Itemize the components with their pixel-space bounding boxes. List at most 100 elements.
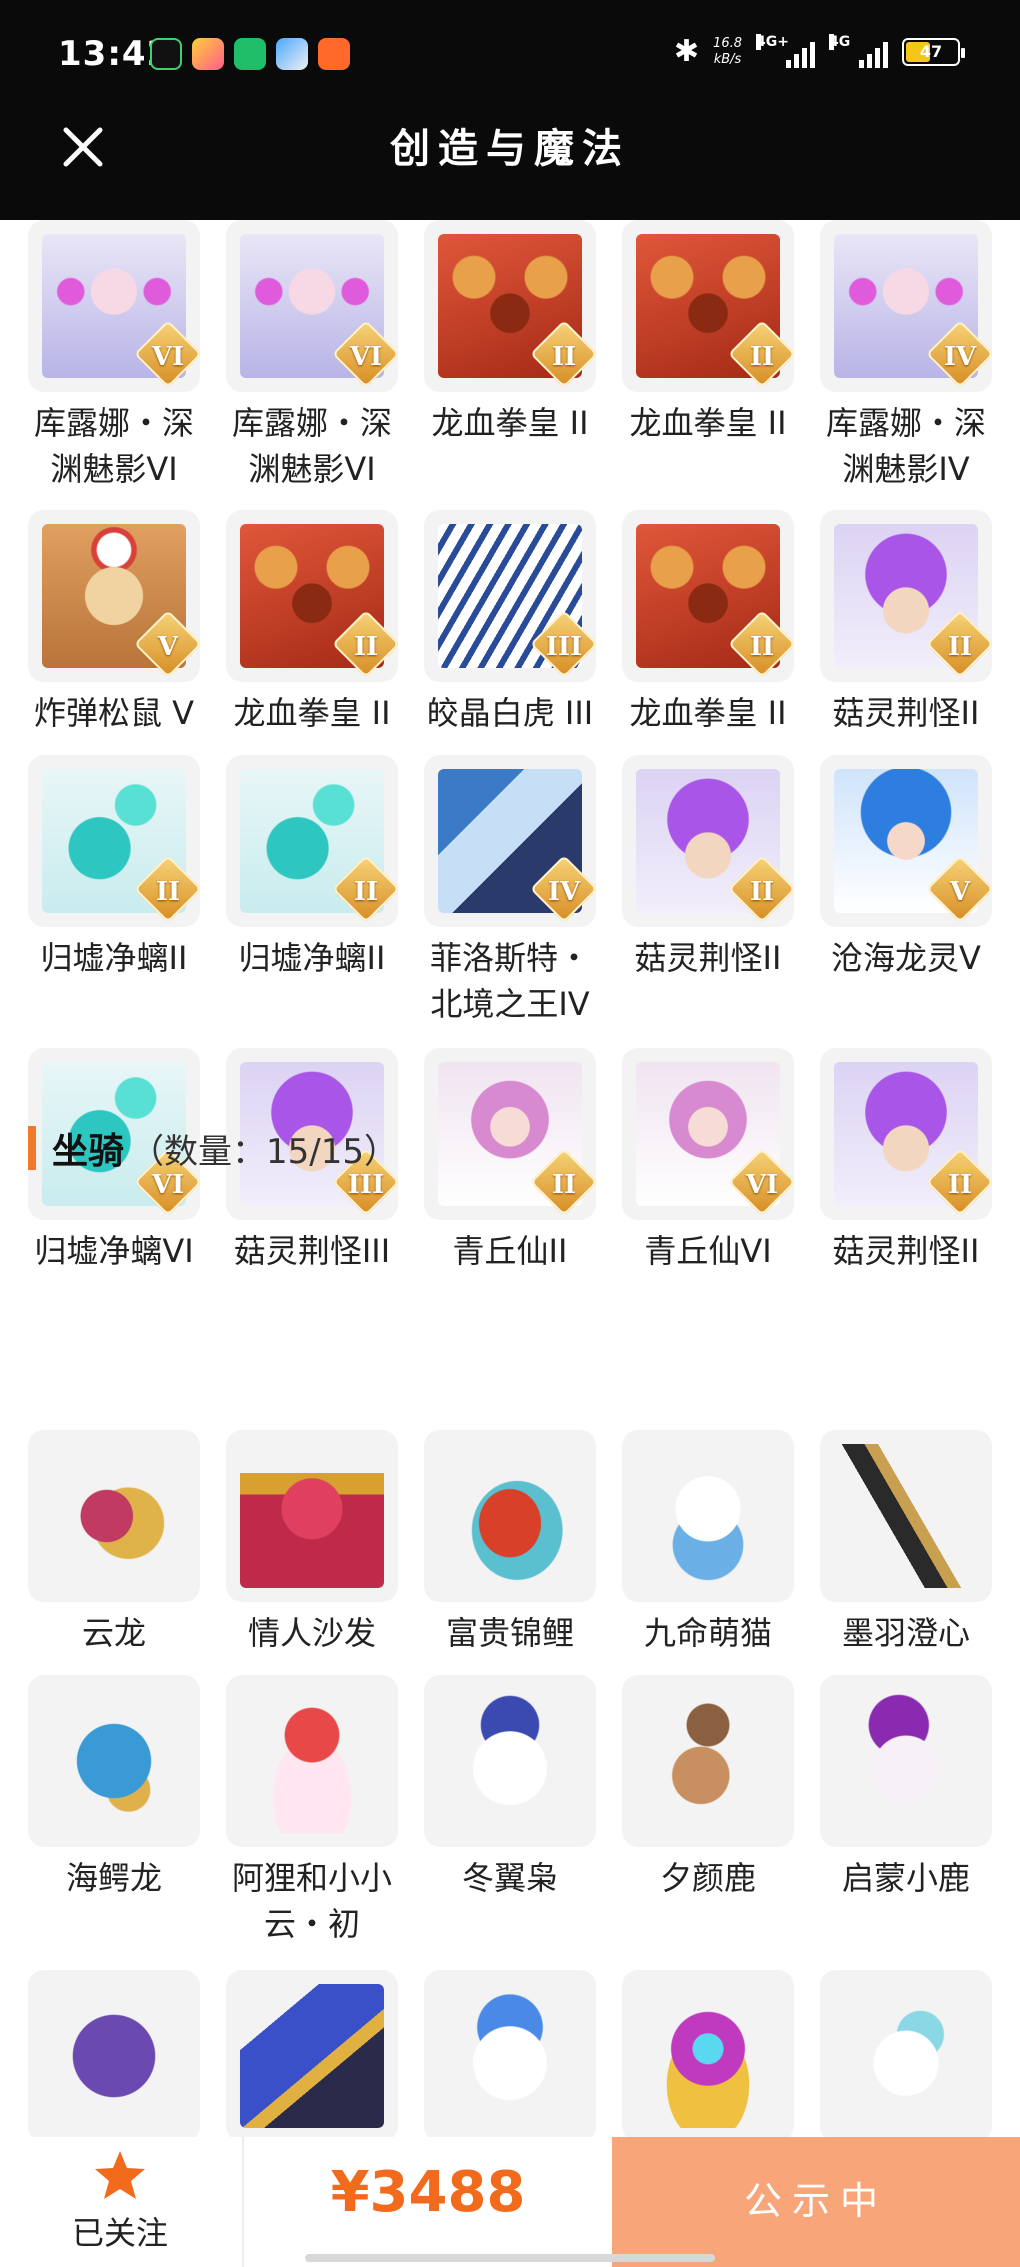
network-speed-value: 16.8 xyxy=(713,35,742,51)
pet-name: 龙血拳皇 II xyxy=(233,694,391,732)
rank-badge-label: II xyxy=(749,877,775,907)
mount-card[interactable] xyxy=(820,1970,992,2150)
mount-thumbnail[interactable] xyxy=(226,1675,398,1847)
pet-card[interactable]: III 皎晶白虎 III xyxy=(424,510,596,736)
publicity-status-label[interactable]: 公示中 xyxy=(612,2170,1020,2225)
rank-badge-label: IV xyxy=(547,877,581,907)
mount-thumbnail[interactable] xyxy=(820,1970,992,2142)
pet-card[interactable]: V 沧海龙灵V xyxy=(820,755,992,981)
pet-thumbnail[interactable]: II xyxy=(226,510,398,682)
pet-card[interactable]: II 菇灵荆怪II xyxy=(622,755,794,981)
pet-card[interactable]: II 归墟净螭II xyxy=(226,755,398,981)
mount-thumbnail[interactable] xyxy=(622,1675,794,1847)
mount-card[interactable]: 夕颜鹿 xyxy=(622,1675,794,1901)
pet-name: 炸弹松鼠 V xyxy=(33,694,195,732)
pet-card[interactable]: II 归墟净螭II xyxy=(28,755,200,981)
mount-card[interactable]: 九命萌猫 xyxy=(622,1430,794,1656)
mount-image xyxy=(240,1984,384,2128)
mount-card[interactable] xyxy=(28,1970,200,2150)
pet-thumbnail[interactable]: III xyxy=(424,510,596,682)
pet-name: 皎晶白虎 III xyxy=(426,694,594,732)
pet-thumbnail[interactable]: II xyxy=(820,510,992,682)
rank-badge-label: VI xyxy=(151,1170,185,1200)
mount-name: 海鳄龙 xyxy=(65,1859,162,1897)
mount-thumbnail[interactable] xyxy=(622,1430,794,1602)
rank-badge-label: II xyxy=(947,632,973,662)
pet-card[interactable]: IV 菲洛斯特・北境之王IV xyxy=(424,755,596,1027)
pet-thumbnail[interactable]: IV xyxy=(820,220,992,392)
pet-thumbnail[interactable]: VI xyxy=(226,220,398,392)
mount-thumbnail[interactable] xyxy=(226,1970,398,2142)
pet-card[interactable]: V 炸弹松鼠 V xyxy=(28,510,200,736)
pet-thumbnail[interactable]: VI xyxy=(622,1048,794,1220)
mount-image xyxy=(834,1444,978,1588)
mount-card[interactable] xyxy=(622,1970,794,2150)
mount-thumbnail[interactable] xyxy=(820,1675,992,1847)
mount-thumbnail[interactable] xyxy=(622,1970,794,2142)
pet-card[interactable]: II 青丘仙II xyxy=(424,1048,596,1274)
pet-thumbnail[interactable]: V xyxy=(28,510,200,682)
mount-card[interactable]: 阿狸和小小云・初 xyxy=(226,1675,398,1947)
pet-card[interactable]: VI 青丘仙VI xyxy=(622,1048,794,1274)
network-speed-unit: kB/s xyxy=(713,51,742,67)
mount-thumbnail[interactable] xyxy=(28,1970,200,2142)
mount-image xyxy=(240,1689,384,1833)
pet-thumbnail[interactable]: II xyxy=(622,510,794,682)
mount-thumbnail[interactable] xyxy=(424,1430,596,1602)
pet-thumbnail[interactable]: II xyxy=(622,220,794,392)
pet-thumbnail[interactable]: II xyxy=(226,755,398,927)
mount-card[interactable]: 富贵锦鲤 xyxy=(424,1430,596,1656)
pet-card[interactable]: II 龙血拳皇 II xyxy=(622,220,794,446)
pet-thumbnail[interactable]: V xyxy=(820,755,992,927)
pet-card[interactable]: II 龙血拳皇 II xyxy=(226,510,398,736)
mount-card[interactable]: 云龙 xyxy=(28,1430,200,1656)
mount-card[interactable]: 冬翼枭 xyxy=(424,1675,596,1901)
pet-name: 归墟净螭II xyxy=(40,939,188,977)
mount-card[interactable]: 情人沙发 xyxy=(226,1430,398,1656)
pet-name: 龙血拳皇 II xyxy=(629,404,787,442)
signal-1-icon: 4G+ xyxy=(756,33,815,68)
pet-thumbnail[interactable]: II xyxy=(622,755,794,927)
pet-thumbnail[interactable]: II xyxy=(28,755,200,927)
pet-card[interactable]: VI 库露娜・深渊魅影VI xyxy=(28,220,200,492)
rank-badge-label: VI xyxy=(745,1170,779,1200)
mount-card[interactable]: 启蒙小鹿 xyxy=(820,1675,992,1901)
home-indicator xyxy=(305,2254,715,2262)
mount-image xyxy=(636,1984,780,2128)
mount-card[interactable]: 墨羽澄心 xyxy=(820,1430,992,1656)
battery-level: 47 xyxy=(919,41,943,61)
mount-image xyxy=(438,1444,582,1588)
pet-card[interactable]: VI 库露娜・深渊魅影VI xyxy=(226,220,398,492)
mount-thumbnail[interactable] xyxy=(226,1430,398,1602)
rank-badge-label: III xyxy=(545,632,583,662)
pet-card[interactable]: IV 库露娜・深渊魅影IV xyxy=(820,220,992,492)
mount-thumbnail[interactable] xyxy=(28,1675,200,1847)
pet-name: 菇灵荆怪II xyxy=(832,694,980,732)
mount-image xyxy=(636,1689,780,1833)
rank-badge-label: III xyxy=(347,1170,385,1200)
mount-name: 云龙 xyxy=(81,1614,146,1652)
pet-card[interactable]: II 菇灵荆怪II xyxy=(820,510,992,736)
mount-thumbnail[interactable] xyxy=(820,1430,992,1602)
pet-card[interactable]: II 龙血拳皇 II xyxy=(424,220,596,446)
pet-thumbnail[interactable]: II xyxy=(424,1048,596,1220)
star-icon[interactable] xyxy=(92,2148,148,2204)
mount-image xyxy=(834,1689,978,1833)
pet-name: 龙血拳皇 II xyxy=(629,694,787,732)
mount-thumbnail[interactable] xyxy=(28,1430,200,1602)
mount-card[interactable] xyxy=(424,1970,596,2150)
mount-thumbnail[interactable] xyxy=(424,1675,596,1847)
pet-card[interactable]: II 龙血拳皇 II xyxy=(622,510,794,736)
pet-name: 沧海龙灵V xyxy=(831,939,981,977)
pet-thumbnail[interactable]: VI xyxy=(28,220,200,392)
mount-thumbnail[interactable] xyxy=(424,1970,596,2142)
pet-thumbnail[interactable]: IV xyxy=(424,755,596,927)
pet-thumbnail[interactable]: II xyxy=(424,220,596,392)
mount-card[interactable] xyxy=(226,1970,398,2150)
signal-1-label: 4G+ xyxy=(756,33,789,50)
pet-card[interactable]: II 菇灵荆怪II xyxy=(820,1048,992,1274)
follow-label[interactable]: 已关注 xyxy=(0,2208,240,2254)
pet-thumbnail[interactable]: II xyxy=(820,1048,992,1220)
mount-card[interactable]: 海鳄龙 xyxy=(28,1675,200,1901)
rank-badge-label: V xyxy=(157,632,179,662)
